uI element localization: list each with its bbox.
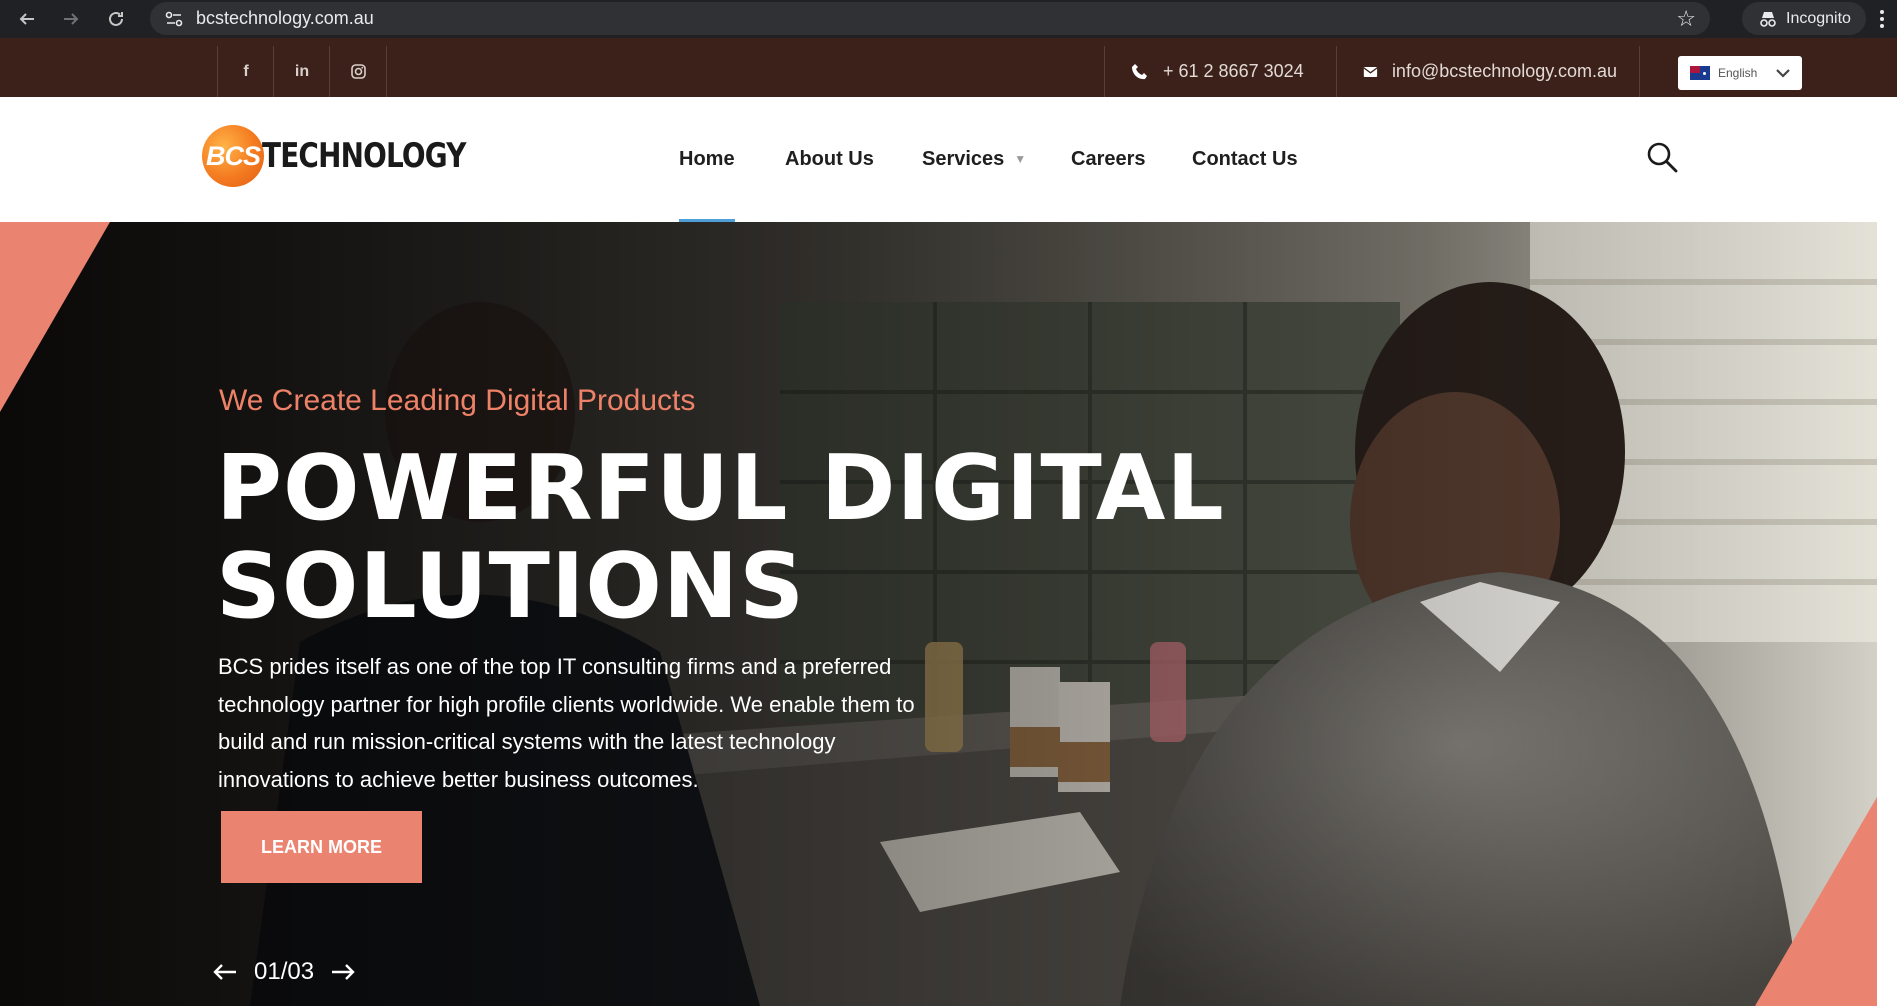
instagram-icon [350, 64, 366, 79]
language-selector[interactable]: English [1678, 56, 1802, 90]
site-info-icon[interactable] [156, 2, 192, 35]
previous-slide-arrow-icon[interactable] [212, 963, 238, 981]
chevron-down-icon [1776, 68, 1790, 78]
back-button[interactable] [12, 4, 42, 34]
slider-controls: 01/03 [212, 958, 356, 986]
email-contact[interactable]: info@bcstechnology.com.au [1336, 46, 1640, 97]
logo-mark: BCS [202, 125, 264, 187]
language-label: English [1718, 66, 1758, 80]
logo-wordmark: TECHNOLOGY [262, 136, 466, 176]
browser-menu-icon[interactable] [1872, 6, 1892, 32]
nav-careers[interactable]: Careers [1071, 97, 1146, 221]
email-address[interactable]: info@bcstechnology.com.au [1392, 61, 1617, 82]
phone-contact[interactable]: + 61 2 8667 3024 [1104, 46, 1336, 97]
site-logo[interactable]: BCS TECHNOLOGY [202, 125, 510, 187]
hero-title: POWERFUL DIGITAL SOLUTIONS [216, 440, 1225, 636]
site-header: BCS TECHNOLOGY Home About Us Services ▼ … [0, 97, 1897, 223]
hero-title-line1: POWERFUL DIGITAL [216, 436, 1225, 541]
learn-more-button[interactable]: LEARN MORE [221, 811, 422, 883]
slide-counter: 01/03 [254, 958, 315, 985]
incognito-icon [1760, 11, 1776, 27]
nav-home-label: Home [679, 147, 735, 170]
hero-title-line2: SOLUTIONS [216, 534, 806, 639]
linkedin-icon: in [294, 62, 310, 80]
nav-about-us[interactable]: About Us [785, 97, 874, 221]
caret-down-icon: ▼ [1014, 152, 1027, 166]
linkedin-link[interactable]: in [273, 46, 330, 97]
phone-number[interactable]: + 61 2 8667 3024 [1163, 61, 1304, 82]
nav-services[interactable]: Services ▼ [922, 97, 1026, 221]
facebook-icon: f [243, 62, 249, 80]
back-arrow-icon [19, 13, 34, 25]
browser-toolbar: bcstechnology.com.au ☆ Incognito [0, 0, 1897, 38]
forward-arrow-icon [64, 13, 79, 25]
top-info-bar: f in + 61 2 8667 3024 info@bcstechnology… [0, 38, 1897, 97]
envelope-icon [1363, 66, 1378, 77]
nav-services-label: Services [922, 147, 1005, 170]
hero-description: BCS prides itself as one of the top IT c… [218, 654, 915, 792]
incognito-label: Incognito [1786, 9, 1851, 27]
bookmark-star-icon[interactable]: ☆ [1676, 6, 1696, 32]
phone-icon [1132, 63, 1147, 79]
nav-contact-label: Contact Us [1192, 147, 1298, 170]
australia-flag-icon [1690, 66, 1710, 80]
hero-subtitle: We Create Leading Digital Products [219, 384, 696, 417]
address-bar[interactable]: bcstechnology.com.au ☆ [150, 2, 1710, 35]
url-text[interactable]: bcstechnology.com.au [196, 8, 374, 29]
incognito-indicator[interactable]: Incognito [1742, 2, 1866, 35]
forward-button[interactable] [56, 4, 86, 34]
next-slide-arrow-icon[interactable] [330, 963, 356, 981]
reload-icon [109, 11, 123, 26]
search-icon[interactable] [1645, 140, 1679, 174]
nav-about-label: About Us [785, 147, 874, 170]
reload-button[interactable] [101, 4, 131, 34]
nav-home[interactable]: Home [679, 97, 735, 222]
hero-slider: We Create Leading Digital Products POWER… [0, 222, 1897, 1006]
nav-contact-us[interactable]: Contact Us [1192, 97, 1298, 221]
page-scrollbar-track[interactable] [1877, 222, 1897, 1006]
nav-careers-label: Careers [1071, 147, 1146, 170]
facebook-link[interactable]: f [217, 46, 274, 97]
instagram-link[interactable] [329, 46, 387, 97]
